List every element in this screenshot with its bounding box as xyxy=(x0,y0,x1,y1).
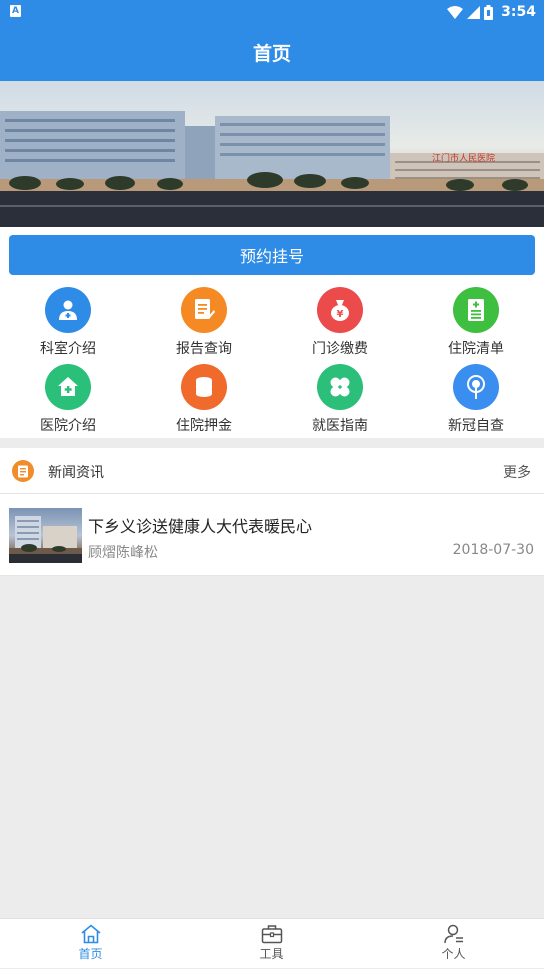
book-appointment-button[interactable]: 预约挂号 xyxy=(9,235,535,275)
bottom-navigation: 首页 工具 个人 xyxy=(0,918,544,968)
news-section-header: 新闻资讯 更多 xyxy=(0,448,544,494)
grid-item-outpatient-payment[interactable]: ¥ 门诊缴费 xyxy=(272,287,408,361)
nav-tab-tools[interactable]: 工具 xyxy=(181,919,362,969)
notification-icon: A xyxy=(10,5,21,17)
book-appointment-label: 预约挂号 xyxy=(239,247,304,266)
doctor-icon xyxy=(45,287,91,333)
grid-label: 报告查询 xyxy=(176,341,232,357)
grid-item-inpatient-list[interactable]: 住院清单 xyxy=(408,287,544,361)
virus-check-icon xyxy=(453,364,499,410)
home-icon xyxy=(80,924,101,944)
nav-tab-label: 工具 xyxy=(259,947,284,961)
grid-item-inpatient-deposit[interactable]: 住院押金 xyxy=(136,364,272,438)
news-more-link[interactable]: 更多 xyxy=(503,462,531,482)
grid-label: 科室介绍 xyxy=(40,341,96,357)
battery-icon xyxy=(484,4,494,20)
report-icon xyxy=(181,287,227,333)
news-thumbnail xyxy=(9,508,82,563)
list-icon xyxy=(453,287,499,333)
news-icon xyxy=(12,460,34,482)
wifi-icon xyxy=(447,5,464,19)
status-bar: A 3:54 xyxy=(0,0,544,24)
news-item-author: 顾熠陈峰松 xyxy=(88,545,158,561)
grid-label: 门诊缴费 xyxy=(312,341,368,357)
news-item-date: 2018-07-30 xyxy=(452,542,534,558)
banner-illustration: 江门市人民医院 xyxy=(0,111,544,227)
banner-sign: 江门市人民医院 xyxy=(432,152,495,164)
grid-label: 就医指南 xyxy=(312,418,368,434)
money-bag-icon: ¥ xyxy=(317,287,363,333)
coins-icon xyxy=(181,364,227,410)
status-time: 3:54 xyxy=(501,4,536,20)
news-list-item[interactable]: 下乡义诊送健康人大代表暖民心 顾熠陈峰松 2018-07-30 xyxy=(0,494,544,576)
page-title: 首页 xyxy=(252,43,291,65)
clover-icon xyxy=(317,364,363,410)
status-icons: 3:54 xyxy=(447,3,536,21)
toolbox-icon xyxy=(261,925,282,944)
hospital-banner-image[interactable]: 江门市人民医院 xyxy=(0,81,544,227)
news-section-title: 新闻资讯 xyxy=(48,465,104,481)
grid-item-covid-check[interactable]: 新冠自查 xyxy=(408,364,544,438)
grid-item-department-intro[interactable]: 科室介绍 xyxy=(0,287,136,361)
grid-item-hospital-intro[interactable]: 医院介绍 xyxy=(0,364,136,438)
svg-text:¥: ¥ xyxy=(337,309,344,320)
grid-item-medical-guide[interactable]: 就医指南 xyxy=(272,364,408,438)
nav-tab-profile[interactable]: 个人 xyxy=(363,919,544,969)
grid-label: 住院清单 xyxy=(448,341,504,357)
grid-label: 住院押金 xyxy=(176,418,232,434)
signal-icon xyxy=(467,5,481,19)
nav-tab-label: 个人 xyxy=(441,947,466,961)
hospital-icon xyxy=(45,364,91,410)
person-icon xyxy=(443,924,463,944)
news-item-title: 下乡义诊送健康人大代表暖民心 xyxy=(88,517,313,536)
grid-label: 新冠自查 xyxy=(448,418,504,434)
nav-tab-label: 首页 xyxy=(78,947,103,961)
nav-tab-home[interactable]: 首页 xyxy=(0,919,181,969)
grid-label: 医院介绍 xyxy=(40,418,96,434)
grid-item-report-query[interactable]: 报告查询 xyxy=(136,287,272,361)
app-bar: 首页 xyxy=(0,24,544,81)
